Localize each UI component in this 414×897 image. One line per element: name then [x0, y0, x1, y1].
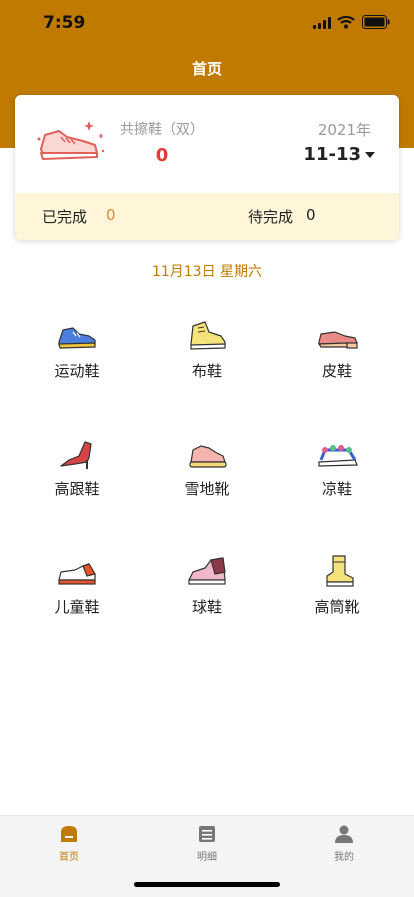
- tab-mine[interactable]: 我的: [294, 824, 394, 863]
- category-label: 布鞋: [191, 362, 222, 380]
- category-sneaker[interactable]: 运动鞋: [8, 312, 146, 402]
- category-kids-shoe[interactable]: 儿童鞋: [8, 548, 146, 638]
- total-pairs-value: 0: [155, 145, 169, 166]
- kids-shoe-icon: [58, 563, 96, 585]
- tab-details[interactable]: 明细: [157, 824, 257, 863]
- category-high-heel[interactable]: 高跟鞋: [8, 430, 146, 520]
- category-label: 球鞋: [191, 598, 222, 616]
- chevron-down-icon[interactable]: [365, 152, 375, 158]
- high-heel-icon: [60, 441, 92, 469]
- category-tall-boot[interactable]: 高筒靴: [268, 548, 406, 638]
- category-snow-boot[interactable]: 雪地靴: [138, 430, 276, 520]
- tab-label: 我的: [334, 852, 354, 863]
- total-pairs-label: 共擦鞋（双）: [120, 122, 204, 138]
- page-title: 首页: [191, 60, 222, 78]
- tab-home[interactable]: 首页: [19, 824, 119, 863]
- category-label: 儿童鞋: [54, 598, 100, 616]
- user-icon: [335, 825, 353, 843]
- pending-value: 0: [306, 206, 316, 224]
- category-label: 高筒靴: [314, 598, 360, 616]
- status-bar: 7:59: [0, 0, 414, 48]
- year-label: 2021年: [317, 121, 371, 139]
- category-basketball-shoe[interactable]: 球鞋: [138, 548, 276, 638]
- completion-stats: 已完成 0 待完成 0: [15, 193, 399, 240]
- battery-icon: [362, 15, 390, 29]
- tall-boot-icon: [326, 555, 354, 587]
- wifi-icon: [337, 15, 355, 29]
- completed-label: 已完成: [42, 208, 88, 226]
- sneaker-sparkle-icon: [37, 121, 105, 160]
- category-label: 凉鞋: [321, 480, 352, 498]
- tab-label: 首页: [59, 852, 79, 863]
- basketball-shoe-icon: [188, 557, 226, 585]
- current-day: 11月13日 星期六: [151, 264, 263, 280]
- pending-label: 待完成: [248, 208, 294, 226]
- snow-boot-icon: [189, 445, 227, 468]
- leather-shoe-icon: [317, 331, 358, 349]
- tab-label: 明细: [197, 852, 217, 863]
- date-picker[interactable]: 11-13: [303, 144, 361, 165]
- sneaker-icon: [58, 327, 96, 349]
- category-canvas-shoe[interactable]: 布鞋: [138, 312, 276, 402]
- home-indicator[interactable]: [134, 882, 280, 887]
- canvas-shoe-icon: [190, 321, 226, 350]
- signal-icon: [313, 17, 331, 29]
- list-icon: [199, 826, 215, 842]
- sandal-icon: [318, 445, 358, 467]
- status-time: 7:59: [43, 13, 86, 33]
- category-label: 高跟鞋: [54, 480, 100, 498]
- category-label: 皮鞋: [321, 362, 352, 380]
- summary-card: 共擦鞋（双） 0 2021年 11-13 已完成 0 待完成 0: [15, 95, 399, 240]
- category-sandal[interactable]: 凉鞋: [268, 430, 406, 520]
- category-leather-shoe[interactable]: 皮鞋: [268, 312, 406, 402]
- category-label: 雪地靴: [184, 480, 230, 498]
- home-icon: [61, 826, 77, 842]
- category-label: 运动鞋: [54, 362, 100, 380]
- completed-value: 0: [106, 206, 116, 224]
